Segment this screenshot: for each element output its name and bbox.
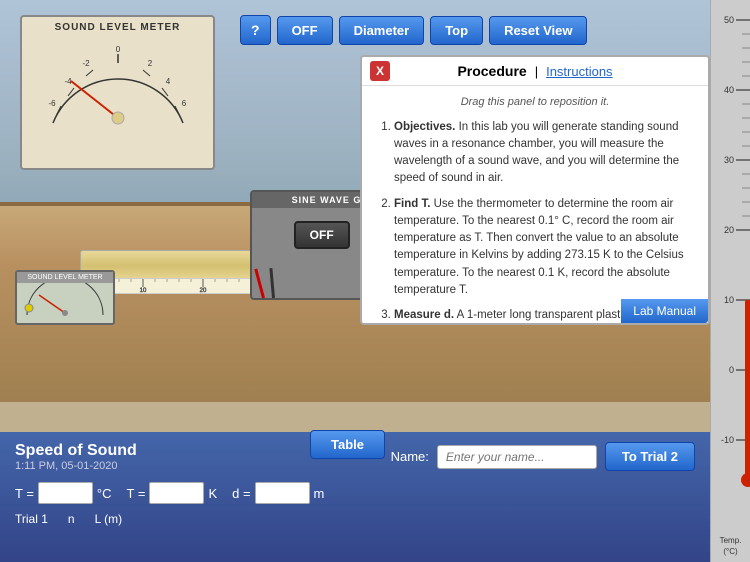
svg-text:6: 6 <box>181 99 186 108</box>
speed-info: Speed of Sound 1:11 PM, 05-01-2020 <box>15 442 137 472</box>
t-kelvin-input[interactable] <box>149 482 204 504</box>
procedure-steps: Objectives. In this lab you will generat… <box>374 119 696 324</box>
top-button[interactable]: Top <box>430 16 483 45</box>
step1-bold: Objectives. <box>394 121 455 133</box>
svg-text:0: 0 <box>115 45 120 54</box>
svg-text:10: 10 <box>723 295 733 305</box>
name-input[interactable] <box>437 445 597 469</box>
table-data-row: Trial 1 n L (m) <box>15 512 695 526</box>
drag-note: Drag this panel to reposition it. <box>374 94 696 111</box>
procedure-separator: | <box>535 64 538 79</box>
svg-text:30: 30 <box>723 155 733 165</box>
svg-text:10: 10 <box>140 288 147 293</box>
t-celsius-unit: °C <box>97 486 112 501</box>
svg-text:50: 50 <box>723 15 733 25</box>
to-trial-2-button[interactable]: To Trial 2 <box>605 442 695 471</box>
svg-text:-10: -10 <box>720 435 733 445</box>
thermometer-scale: 50 40 30 20 10 0 -10 <box>716 10 746 510</box>
svg-text:20: 20 <box>723 225 733 235</box>
step3-bold: Measure d. <box>394 309 454 321</box>
procedure-title-area: Procedure | Instructions <box>457 63 612 79</box>
toolbar: ? OFF Diameter Top Reset View <box>240 15 587 45</box>
d-input[interactable] <box>255 482 310 504</box>
svg-text:4: 4 <box>165 77 170 86</box>
lab-manual-button[interactable]: Lab Manual <box>621 299 708 323</box>
procedure-step-2: Find T. Use the thermometer to determine… <box>394 196 696 300</box>
t-celsius-input[interactable] <box>38 482 93 504</box>
diameter-button[interactable]: Diameter <box>339 16 425 45</box>
sound-meter-dial: -6 0 6 -4 -2 <box>38 38 198 128</box>
d-group: d = m <box>232 482 324 504</box>
thermometer-panel: 50 40 30 20 10 0 -10 <box>710 0 750 562</box>
l-m-column-label: L (m) <box>95 512 123 526</box>
sound-meter-label: SOUND LEVEL METER <box>22 22 213 33</box>
procedure-title: Procedure <box>457 63 526 79</box>
svg-text:-6: -6 <box>48 99 56 108</box>
thermometer-title: Temp.(°C) <box>711 536 750 557</box>
d-label: d = <box>232 486 250 501</box>
svg-text:20: 20 <box>200 288 207 293</box>
step2-text: Use the thermometer to determine the roo… <box>394 198 684 296</box>
help-button[interactable]: ? <box>240 15 271 45</box>
datetime-label: 1:11 PM, 05-01-2020 <box>15 460 137 472</box>
speed-title: Speed of Sound <box>15 442 137 460</box>
table-button[interactable]: Table <box>310 430 385 459</box>
svg-text:-2: -2 <box>82 59 90 68</box>
procedure-panel[interactable]: X Procedure | Instructions Drag this pan… <box>360 55 710 325</box>
small-sound-meter-device: SOUND LEVEL METER <box>15 270 115 325</box>
procedure-step-1: Objectives. In this lab you will generat… <box>394 119 696 188</box>
instructions-link[interactable]: Instructions <box>546 64 612 79</box>
off-button[interactable]: OFF <box>277 16 333 45</box>
table-button-wrapper: Table <box>310 430 385 459</box>
procedure-header: X Procedure | Instructions <box>362 57 708 86</box>
svg-text:0: 0 <box>728 365 733 375</box>
d-unit: m <box>314 486 325 501</box>
name-row: Name: To Trial 2 <box>391 442 695 471</box>
measurements-row: T = °C T = K d = m <box>15 482 695 504</box>
t-kelvin-label: T = <box>127 486 146 501</box>
svg-text:2: 2 <box>147 59 152 68</box>
sound-level-meter: SOUND LEVEL METER -6 0 <box>20 15 215 170</box>
name-label: Name: <box>391 449 429 464</box>
procedure-close-button[interactable]: X <box>370 61 390 81</box>
trial1-label: Trial 1 <box>15 512 48 526</box>
t-kelvin-unit: K <box>208 486 217 501</box>
t-celsius-label: T = <box>15 486 34 501</box>
svg-text:40: 40 <box>723 85 733 95</box>
n-column-label: n <box>68 512 75 526</box>
step2-bold: Find T. <box>394 198 430 210</box>
t-celsius-group: T = °C <box>15 482 112 504</box>
reset-view-button[interactable]: Reset View <box>489 16 587 45</box>
sine-wave-off-button[interactable]: OFF <box>294 221 350 249</box>
t-kelvin-group: T = K <box>127 482 218 504</box>
procedure-body: Drag this panel to reposition it. Object… <box>362 86 708 323</box>
